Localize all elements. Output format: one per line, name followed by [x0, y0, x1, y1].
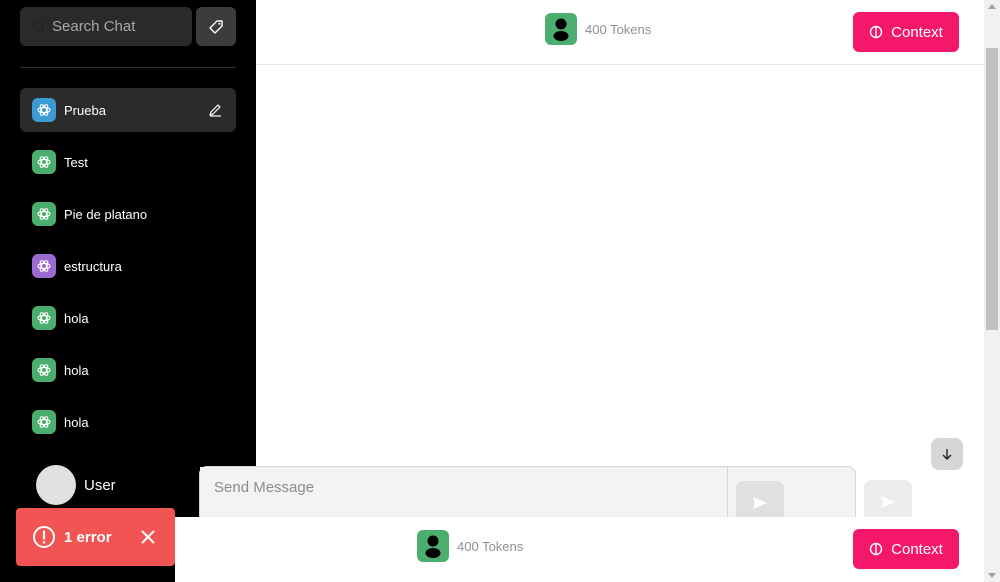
chat-item-label: hola [64, 310, 89, 326]
openai-icon [32, 358, 56, 382]
chat-header: 400 Tokens Context [256, 0, 984, 65]
user-profile[interactable]: User [36, 465, 116, 505]
context-button[interactable]: Context [853, 12, 959, 52]
chat-item[interactable]: Prueba [20, 88, 236, 132]
scroll-down-arrow[interactable] [988, 573, 996, 578]
chat-item[interactable]: Test [20, 140, 236, 184]
sidebar-divider [20, 67, 236, 68]
user-name: User [84, 476, 116, 494]
token-counter: 400 Tokens [545, 13, 651, 45]
tag-icon [209, 19, 223, 34]
send-icon [881, 496, 895, 508]
context-label: Context [891, 540, 943, 558]
token-count: 400 Tokens [585, 21, 652, 37]
scroll-up-arrow[interactable] [988, 4, 996, 9]
scroll-down-button[interactable] [931, 438, 963, 470]
avatar [36, 465, 76, 505]
token-count: 400 Tokens [457, 538, 524, 554]
chat-item[interactable]: estructura [20, 244, 236, 288]
token-counter: 400 Tokens [417, 530, 523, 562]
chat-item-label: Test [64, 154, 88, 170]
brain-icon [869, 542, 883, 556]
chat-item-label: hola [64, 414, 89, 430]
chat-item[interactable]: hola [20, 296, 236, 340]
context-button[interactable]: Context [853, 529, 959, 569]
chat-item[interactable]: Pie de platano [20, 192, 236, 236]
tag-button[interactable] [196, 7, 236, 46]
chat-list: Prueba Test Pie de platano estructura hola ho… [20, 88, 236, 452]
openai-icon [32, 202, 56, 226]
edit-icon[interactable] [208, 103, 222, 117]
chat-item-label: estructura [64, 258, 122, 274]
send-icon [753, 497, 767, 509]
openai-icon [32, 98, 56, 122]
message-placeholder: Send Message [214, 479, 315, 496]
scrollbar-thumb[interactable] [986, 48, 998, 330]
person-icon [545, 13, 577, 45]
openai-icon [32, 306, 56, 330]
chat-item-label: hola [64, 362, 89, 378]
error-toast[interactable]: 1 error [16, 508, 175, 566]
chat-item-label: Pie de platano [64, 206, 148, 222]
alert-icon [33, 526, 55, 548]
arrow-down-icon [942, 449, 952, 460]
message-area [256, 66, 984, 516]
scrollbar[interactable] [984, 0, 1000, 582]
close-icon[interactable] [140, 529, 156, 545]
chat-item[interactable]: hola [20, 348, 236, 392]
brain-icon [869, 25, 883, 39]
chat-footer: 400 Tokens Context [175, 517, 984, 582]
error-count: 1 error [64, 528, 112, 546]
openai-icon [32, 254, 56, 278]
search-input[interactable] [52, 18, 172, 35]
chat-item-label: Prueba [64, 102, 106, 118]
context-label: Context [891, 23, 943, 41]
openai-icon [32, 150, 56, 174]
search-box[interactable] [20, 7, 192, 46]
openai-icon [32, 410, 56, 434]
search-icon [32, 20, 46, 34]
chat-item[interactable]: hola [20, 400, 236, 444]
person-icon [417, 530, 449, 562]
